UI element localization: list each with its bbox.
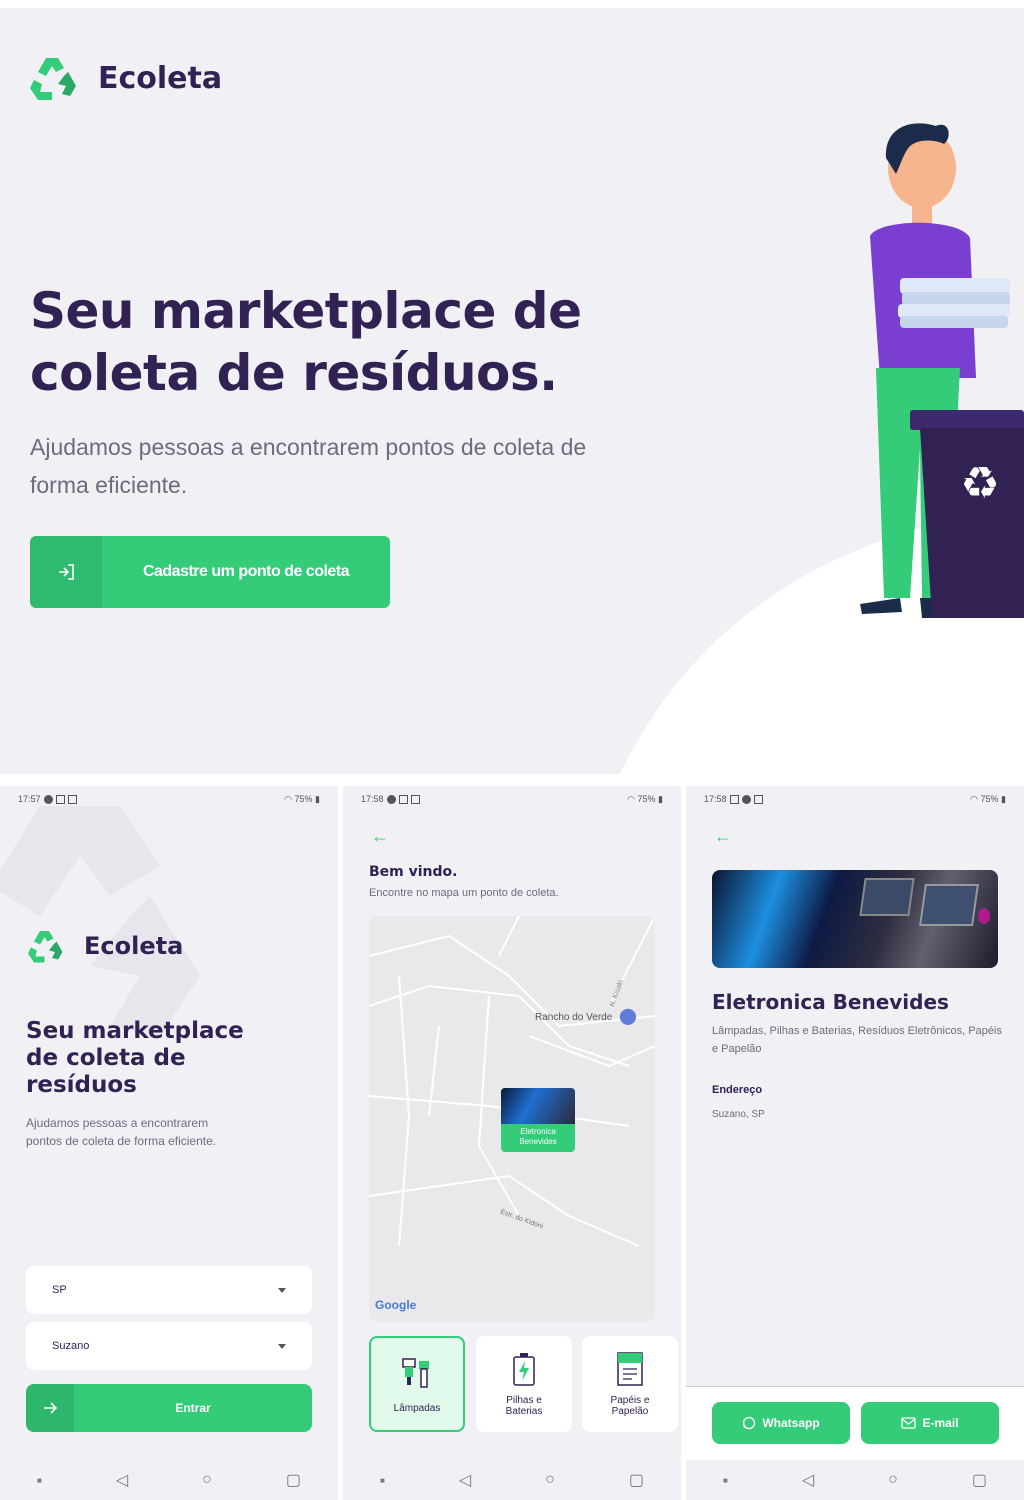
nav-recents-icon[interactable]: ▢ — [629, 1470, 644, 1490]
android-nav-bar: ■ ◁ ○ ▢ — [686, 1460, 1024, 1500]
battery-icon: ▮ — [658, 793, 663, 804]
log-in-icon — [30, 536, 102, 608]
map-place-label: Rancho do Verde — [535, 1012, 613, 1023]
address-label: Endereço — [712, 1084, 763, 1096]
whatsapp-icon — [743, 1416, 756, 1430]
register-point-button[interactable]: Cadastre um ponto de coleta — [30, 536, 390, 608]
nav-back-icon[interactable]: ◁ — [116, 1470, 128, 1490]
svg-text:♻: ♻ — [960, 458, 999, 509]
point-items: Lâmpadas, Pilhas e Baterias, Resíduos El… — [712, 1025, 1002, 1055]
wifi-icon: ◠ — [627, 793, 635, 804]
nav-dot-icon: ■ — [723, 1475, 728, 1485]
map-view[interactable]: Rancho do Verde R. Kisaki Estr. do Kidon… — [369, 916, 655, 1322]
home-subtitle: Ajudamos pessoas a encontrarem pontos de… — [26, 1116, 217, 1148]
status-time: 17:58 — [704, 793, 727, 804]
nav-dot-icon: ■ — [380, 1475, 385, 1485]
battery-icon: ▮ — [1001, 793, 1006, 804]
brand-name: Ecoleta — [84, 932, 184, 960]
lamp-icon — [402, 1357, 429, 1388]
logo: Ecoleta — [26, 928, 183, 964]
enter-button[interactable]: Entrar — [26, 1384, 312, 1432]
item-papeis-papelao[interactable]: Papéis e Papelão — [582, 1336, 678, 1432]
back-arrow-icon[interactable]: ← — [714, 826, 732, 847]
web-landing-page: Ecoleta Seu marketplace de coleta de res… — [0, 8, 1024, 774]
email-button[interactable]: E-mail — [861, 1402, 999, 1444]
android-nav-bar: ■ ◁ ○ ▢ — [343, 1460, 681, 1500]
item-label: Papéis e Papelão — [610, 1395, 650, 1417]
google-logo: Google — [375, 1298, 417, 1312]
nav-recents-icon[interactable]: ▢ — [286, 1470, 301, 1490]
laptop-screen — [919, 884, 979, 926]
marker-image — [501, 1088, 575, 1124]
android-nav-bar: ■ ◁ ○ ▢ — [0, 1460, 338, 1500]
hero-subtitle: Ajudamos pessoas a encontrarem pontos de… — [30, 434, 587, 498]
chevron-down-icon — [278, 1343, 286, 1349]
uf-select-value: SP — [52, 1284, 67, 1296]
city-select[interactable]: Suzano — [26, 1322, 312, 1370]
status-bar: 17:58 ◠ 75% ▮ — [686, 786, 1024, 812]
phone-map-screen: 17:58 ◠ 75% ▮ ← Bem vindo. Encontre no m… — [343, 786, 681, 1500]
mail-icon — [901, 1417, 917, 1429]
item-label: Pilhas e Baterias — [505, 1395, 543, 1417]
item-label: Lâmpadas — [393, 1402, 441, 1414]
hero-illustration: ♻ — [860, 123, 1024, 618]
nav-home-icon[interactable]: ○ — [202, 1471, 212, 1489]
wifi-icon: ◠ — [970, 793, 978, 804]
back-arrow-icon[interactable]: ← — [371, 826, 389, 847]
marker-label: Eletronica Benevides — [519, 1127, 557, 1146]
battery-level: 75% — [637, 793, 656, 804]
email-label: E-mail — [922, 1416, 959, 1430]
status-time: 17:58 — [361, 793, 384, 804]
address-value: Suzano, SP — [712, 1109, 765, 1120]
phone-home-screen: 17:57 ◠ 75% ▮ Ecoleta Seu marketplace de… — [0, 786, 338, 1500]
point-image — [712, 870, 998, 968]
battery-level: 75% — [980, 793, 999, 804]
recycle-icon — [30, 58, 76, 100]
greeting-title: Bem vindo. — [369, 864, 458, 880]
phone-detail-screen: 17:58 ◠ 75% ▮ ← Eletronica Benevides Lâm… — [686, 786, 1024, 1500]
nav-home-icon[interactable]: ○ — [545, 1471, 555, 1489]
uf-select[interactable]: SP — [26, 1266, 312, 1314]
battery-icon — [513, 1353, 535, 1386]
city-select-value: Suzano — [52, 1340, 90, 1352]
chevron-down-icon — [278, 1287, 286, 1293]
register-point-label: Cadastre um ponto de coleta — [142, 563, 350, 580]
paper-icon — [617, 1352, 643, 1386]
item-pilhas-baterias[interactable]: Pilhas e Baterias — [476, 1336, 572, 1432]
nav-recents-icon[interactable]: ▢ — [972, 1470, 987, 1490]
laptop-screen — [859, 878, 915, 916]
brand-name: Ecoleta — [98, 60, 223, 96]
nav-back-icon[interactable]: ◁ — [802, 1470, 814, 1490]
map-pin-icon: ⬤ — [619, 1008, 637, 1025]
whatsapp-label: Whatsapp — [762, 1416, 820, 1430]
point-marker[interactable]: Eletronica Benevides — [501, 1088, 575, 1152]
nav-back-icon[interactable]: ◁ — [459, 1470, 471, 1490]
enter-button-label: Entrar — [175, 1401, 211, 1415]
point-name: Eletronica Benevides — [712, 990, 949, 1014]
nav-dot-icon: ■ — [37, 1475, 42, 1485]
home-title: Seu marketplace de coleta de resíduos — [26, 1018, 244, 1098]
nav-home-icon[interactable]: ○ — [888, 1471, 898, 1489]
status-bar: 17:58 ◠ 75% ▮ — [343, 786, 681, 812]
pink-light — [978, 908, 990, 924]
whatsapp-button[interactable]: Whatsapp — [712, 1402, 850, 1444]
logo[interactable]: Ecoleta — [28, 54, 222, 102]
recycle-icon — [28, 931, 63, 963]
item-lampadas[interactable]: Lâmpadas — [369, 1336, 465, 1432]
hero-title: Seu marketplace de coleta de resíduos. — [30, 282, 582, 402]
arrow-right-icon — [26, 1384, 74, 1432]
greeting-description: Encontre no mapa um ponto de coleta. — [369, 887, 559, 899]
